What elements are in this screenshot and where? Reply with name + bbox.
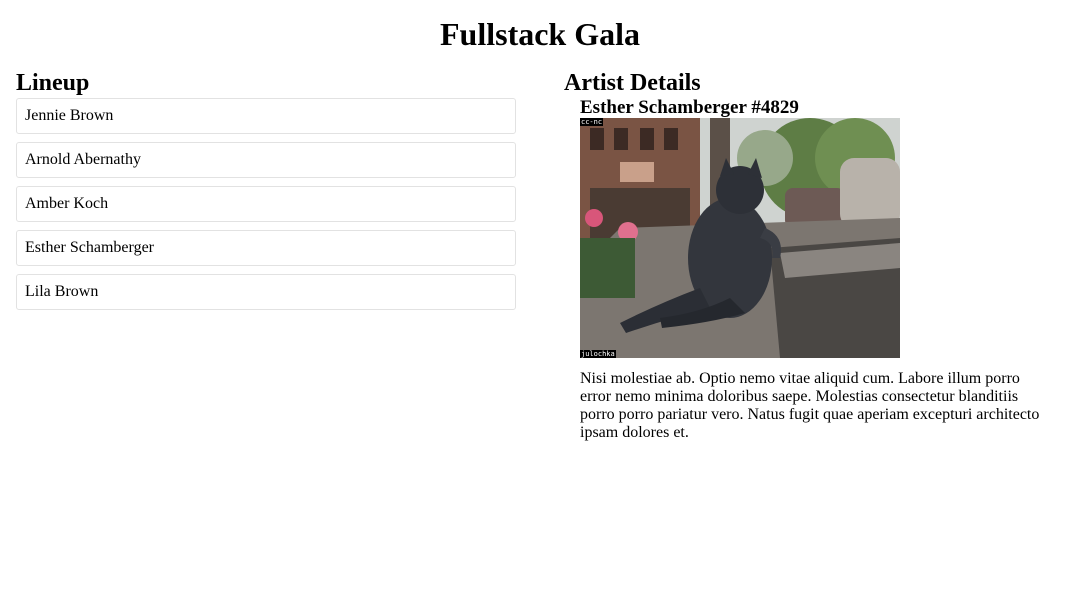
artist-bio: Nisi molestiae ab. Optio nemo vitae aliq… — [580, 370, 1040, 441]
artist-details-panel: Artist Details Esther Schamberger #4829 — [564, 68, 1044, 458]
credit-tag: julochka — [580, 350, 616, 358]
lineup-list: Jennie Brown Arnold Abernathy Amber Koch… — [16, 98, 516, 310]
artist-name: Esther Schamberger #4829 — [580, 97, 799, 118]
lineup-item[interactable]: Jennie Brown — [16, 98, 516, 134]
cat-statue-image — [580, 118, 900, 358]
lineup-heading: Lineup — [16, 70, 90, 96]
lineup-item[interactable]: Amber Koch — [16, 186, 516, 222]
lineup-item[interactable]: Lila Brown — [16, 274, 516, 310]
page-title: Fullstack Gala — [439, 16, 640, 52]
artist-photo: cc-nc julochka — [580, 118, 900, 358]
lineup-item[interactable]: Esther Schamberger — [16, 230, 516, 266]
lineup-item[interactable]: Arnold Abernathy — [16, 142, 516, 178]
artist-details-heading: Artist Details — [564, 70, 701, 96]
lineup-panel: Lineup Jennie Brown Arnold Abernathy Amb… — [16, 68, 516, 318]
artist-details: Esther Schamberger #4829 cc-nc julochka … — [580, 98, 1044, 442]
license-tag: cc-nc — [580, 118, 604, 126]
